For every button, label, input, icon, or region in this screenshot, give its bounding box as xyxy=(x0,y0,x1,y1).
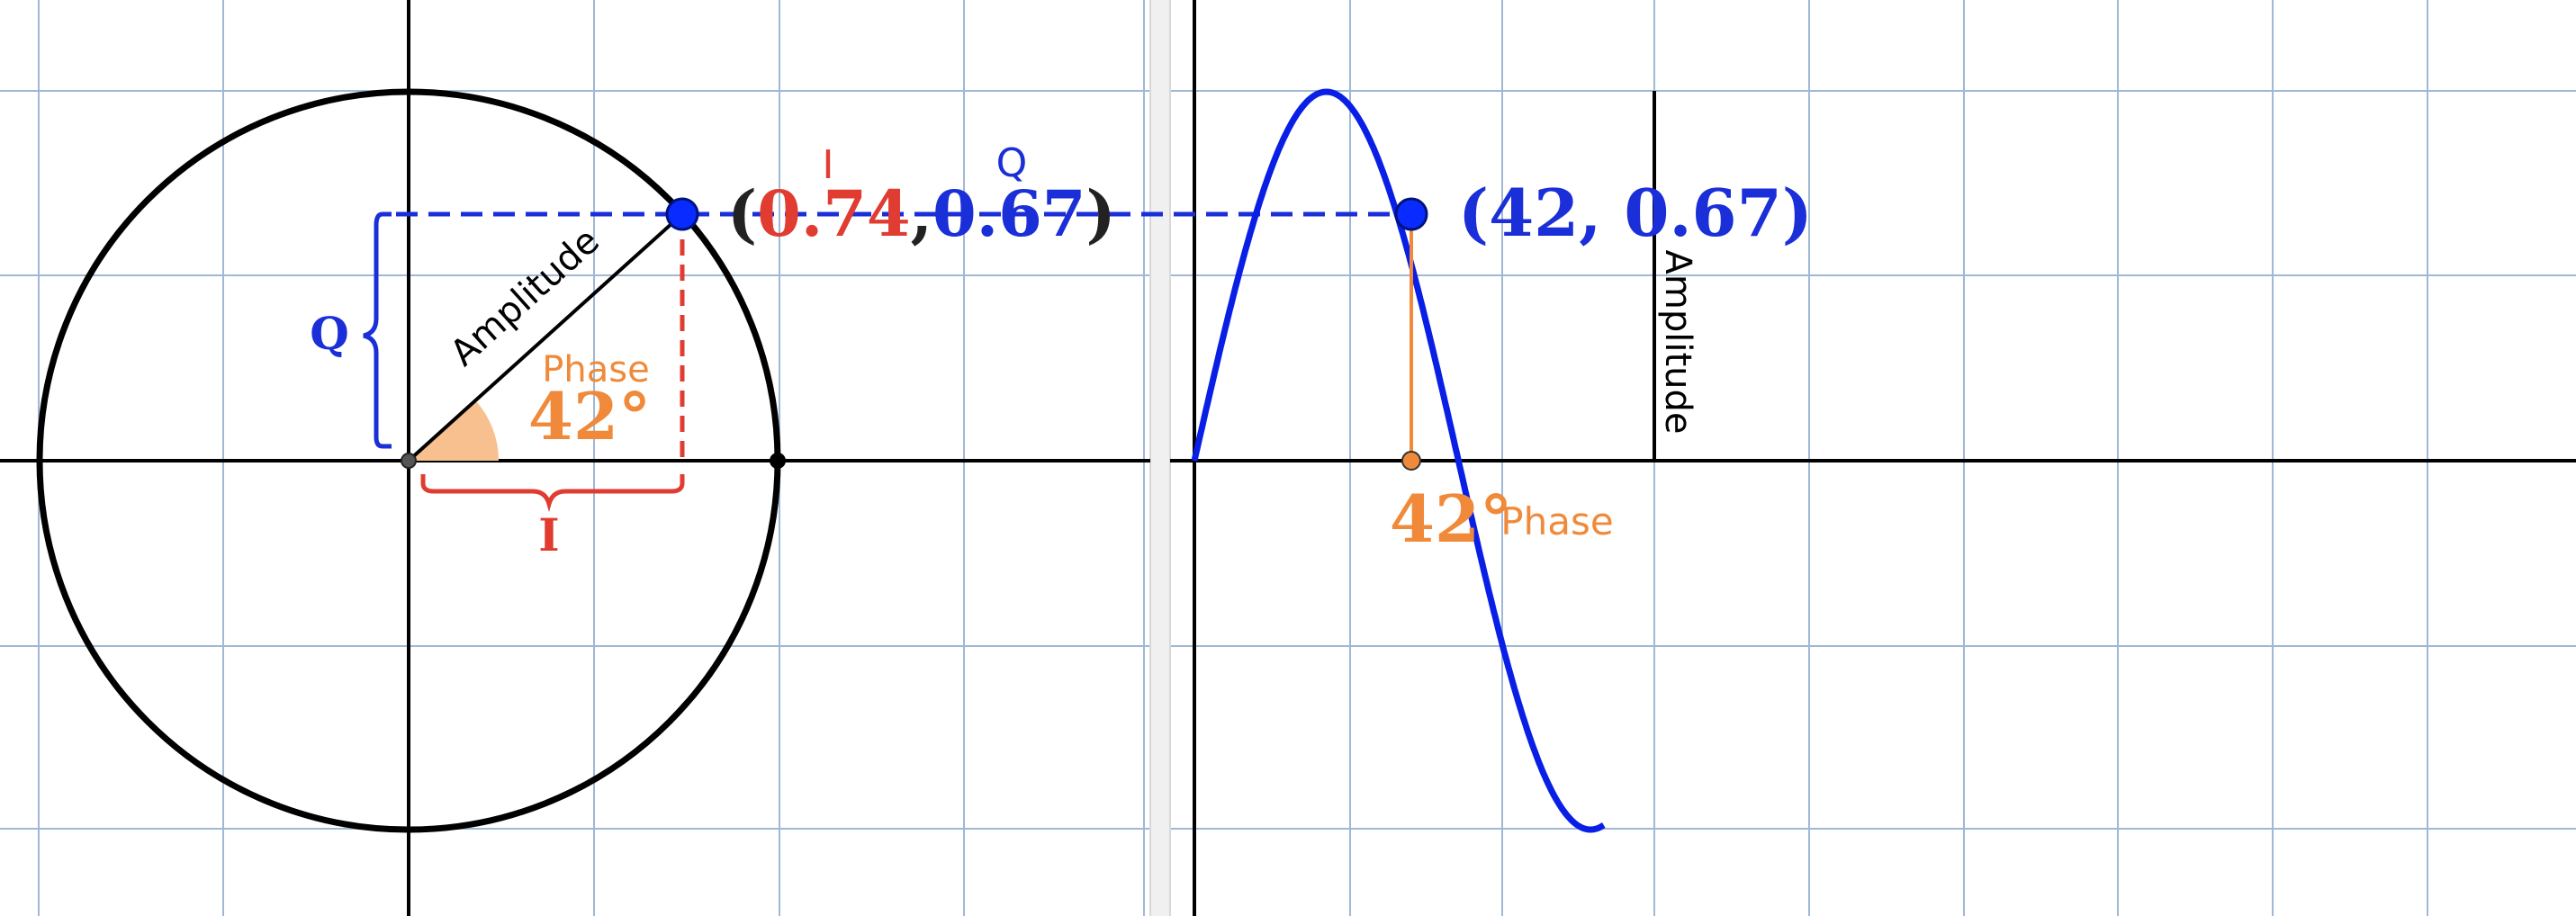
circle-axis-intersection-point xyxy=(770,453,786,469)
panel-divider[interactable] xyxy=(1150,0,1170,916)
paren-open: ( xyxy=(727,176,757,251)
q-brace-label: Q xyxy=(310,307,349,360)
q-brace xyxy=(363,211,392,449)
phase-label-right: Phase xyxy=(1500,499,1613,543)
phase-point[interactable] xyxy=(1401,451,1421,471)
sine-point-label: (42, 0.67) xyxy=(1458,175,1813,251)
angle-label-left: 42° xyxy=(528,378,651,454)
axis-origin-point xyxy=(401,453,417,469)
q-value: 0.67 xyxy=(932,176,1086,251)
left-grid xyxy=(0,0,1150,916)
i-brace xyxy=(420,474,685,513)
paren-close: ) xyxy=(1086,176,1116,251)
amplitude-label-right: Amplitude xyxy=(1657,250,1698,435)
i-brace-label: I xyxy=(538,508,559,561)
iq-phase-diagram: I Q (0.74,0.67) Amplitude Phase 42° Q I … xyxy=(0,0,2576,916)
iq-point[interactable] xyxy=(665,197,699,231)
i-value: 0.74 xyxy=(757,176,911,251)
phase-angle-wedge xyxy=(409,400,499,461)
angle-label-right: 42° xyxy=(1390,480,1512,557)
iq-point-label: (0.74,0.67) xyxy=(727,176,1116,251)
comma: , xyxy=(911,176,932,251)
sine-point[interactable] xyxy=(1394,197,1428,231)
